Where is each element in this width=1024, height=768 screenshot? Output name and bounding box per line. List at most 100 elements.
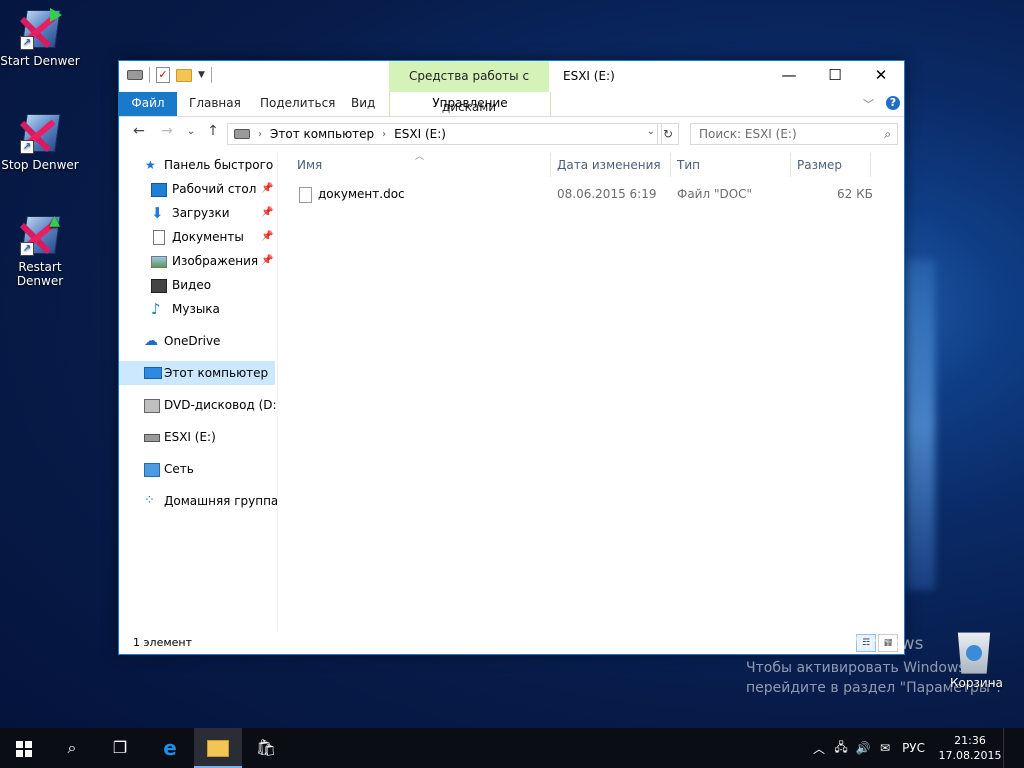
desktop-icon-start-denwer[interactable]: ↗ Start Denwer — [0, 8, 80, 68]
clock-time: 21:36 — [954, 734, 986, 747]
address-dropdown-icon[interactable]: ⌄ — [647, 126, 655, 137]
title-bar: ✓ ▼ Средства работы с дисками ESXI (E:) … — [119, 61, 904, 114]
nav-item-esxi-drive[interactable]: ESXI (E:) — [119, 425, 275, 449]
expand-ribbon-icon[interactable]: ﹀ — [863, 96, 874, 112]
nav-item-pictures[interactable]: Изображения 📌 — [119, 249, 275, 273]
help-icon[interactable]: ? — [886, 96, 900, 110]
search-button[interactable]: ⌕ — [48, 728, 96, 768]
cloud-icon: ☁ — [144, 333, 158, 349]
nav-item-desktop[interactable]: Рабочий стол 📌 — [119, 177, 275, 201]
desktop-icon-label: Restart Denwer — [16, 260, 64, 288]
clock[interactable]: 21:36 17.08.2015 — [937, 733, 1003, 763]
nav-item-documents[interactable]: Документы 📌 — [119, 225, 275, 249]
edge-button[interactable]: e — [146, 728, 194, 768]
properties-icon[interactable]: ✓ — [156, 67, 170, 83]
breadcrumb-drive[interactable]: ESXI (E:) — [394, 127, 446, 141]
homegroup-icon: ⁘ — [144, 493, 155, 508]
context-tab-header: Средства работы с дисками — [389, 61, 549, 114]
column-header-size[interactable]: Размер — [791, 153, 871, 177]
file-type: Файл "DOC" — [677, 187, 753, 201]
task-view-icon: ❐ — [112, 738, 128, 757]
system-tray: ︿ 🖧 🔊 ✉ РУС 21:36 17.08.2015 — [808, 728, 1024, 768]
customize-qat-icon[interactable]: ▼ — [198, 70, 205, 80]
explorer-window: ✓ ▼ Средства работы с дисками ESXI (E:) … — [118, 60, 905, 655]
breadcrumb-this-pc[interactable]: Этот компьютер — [270, 127, 374, 141]
navigation-pane: ★ Панель быстрого доступа Рабочий стол 📌… — [119, 153, 278, 631]
denwer-stop-icon: ↗ — [18, 112, 62, 156]
search-input[interactable]: Поиск: ESXI (E:) ⌕ — [690, 123, 898, 145]
window-title: ESXI (E:) — [563, 69, 615, 83]
pin-icon[interactable]: 📌 — [261, 249, 273, 273]
tab-share[interactable]: Поделиться — [250, 92, 345, 116]
recycle-bin-icon — [957, 632, 991, 674]
back-button[interactable]: ← — [129, 123, 149, 139]
volume-icon[interactable]: 🔊 — [852, 741, 874, 755]
forward-button[interactable]: → — [157, 123, 177, 139]
nav-item-music[interactable]: ♪ Музыка — [119, 297, 275, 321]
nav-item-video[interactable]: Видео — [119, 273, 275, 297]
nav-item-dvd[interactable]: DVD-дисковод (D:) J_ — [119, 393, 277, 417]
network-icon[interactable]: 🖧 — [830, 738, 852, 759]
up-button[interactable]: ↑ — [203, 123, 223, 139]
pin-icon[interactable]: 📌 — [261, 225, 273, 249]
drive-icon — [144, 434, 160, 442]
tab-view[interactable]: Вид — [341, 92, 385, 116]
drive-icon — [234, 129, 250, 139]
nav-item-onedrive[interactable]: ☁ OneDrive — [119, 329, 275, 353]
desktop-icon-label: Stop Denwer — [1, 158, 79, 172]
star-icon: ★ — [145, 158, 156, 172]
column-header-type[interactable]: Тип — [671, 153, 791, 177]
store-icon: 🛍 — [255, 738, 277, 757]
nav-item-downloads[interactable]: ⬇ Загрузки 📌 — [119, 201, 275, 225]
desktop-icon-recycle-bin[interactable]: Корзина — [950, 632, 1003, 690]
file-explorer-button[interactable] — [194, 728, 242, 768]
drive-icon — [127, 70, 143, 80]
maximize-button[interactable]: ☐ — [812, 61, 858, 92]
navigation-bar: ← → ⌄ ↑ › Этот компьютер › ESXI (E:) ⌄ ↻… — [119, 117, 904, 149]
ribbon-tabs: Файл Главная Поделиться Вид Управление ﹀… — [119, 92, 904, 117]
computer-icon — [144, 367, 162, 379]
desktop-icon-stop-denwer[interactable]: ↗ Stop Denwer — [0, 112, 80, 172]
dvd-icon — [144, 399, 160, 413]
desktop-icon-label: Start Denwer — [0, 54, 80, 68]
windows-logo-icon — [16, 740, 32, 757]
nav-item-quick-access[interactable]: ★ Панель быстрого доступа — [119, 153, 277, 177]
message-icon[interactable]: ✉ — [874, 741, 896, 755]
folder-icon — [207, 740, 229, 757]
music-icon: ♪ — [151, 300, 161, 318]
recent-locations-icon[interactable]: ⌄ — [181, 126, 201, 137]
language-indicator[interactable]: РУС — [902, 741, 925, 755]
pin-icon[interactable]: 📌 — [261, 177, 273, 201]
nav-item-this-pc[interactable]: Этот компьютер — [119, 361, 275, 385]
close-button[interactable]: ✕ — [858, 61, 904, 92]
address-bar[interactable]: › Этот компьютер › ESXI (E:) ⌄ — [227, 123, 662, 145]
taskbar: ⌕ ❐ e 🛍 ︿ 🖧 🔊 ✉ РУС 21:36 17.08.2015 — [0, 728, 1024, 768]
documents-icon — [153, 230, 165, 245]
search-icon: ⌕ — [884, 127, 891, 141]
column-header-name[interactable]: Имя — [283, 153, 551, 177]
column-headers: Имя Дата изменения Тип Размер — [283, 153, 904, 177]
edge-icon: e — [163, 736, 177, 760]
start-button[interactable] — [0, 728, 48, 768]
task-view-button[interactable]: ❐ — [96, 728, 144, 768]
desktop-icon — [151, 183, 167, 197]
refresh-button[interactable]: ↻ — [657, 123, 679, 145]
pin-icon[interactable]: 📌 — [261, 201, 273, 225]
file-name: документ.doc — [318, 187, 405, 201]
file-row[interactable]: документ.doc 08.06.2015 6:19 Файл "DOC" … — [283, 183, 883, 205]
desktop-icon-restart-denwer[interactable]: ▲ ↗ Restart Denwer — [0, 214, 80, 288]
show-hidden-icons-icon[interactable]: ︿ — [808, 740, 830, 757]
nav-item-homegroup[interactable]: ⁘ Домашняя группа — [119, 489, 277, 513]
show-desktop-button[interactable] — [1003, 728, 1024, 768]
tab-file[interactable]: Файл — [119, 92, 177, 116]
nav-item-network[interactable]: Сеть — [119, 457, 275, 481]
tab-home[interactable]: Главная — [179, 92, 251, 116]
column-header-date[interactable]: Дата изменения — [551, 153, 671, 177]
tab-manage[interactable]: Управление — [389, 92, 551, 116]
network-icon — [144, 463, 160, 477]
store-button[interactable]: 🛍 — [242, 728, 290, 768]
new-folder-icon[interactable] — [176, 68, 192, 82]
file-size: 62 КБ — [837, 187, 873, 201]
clock-date: 17.08.2015 — [938, 749, 1002, 762]
minimize-button[interactable]: — — [766, 61, 812, 92]
